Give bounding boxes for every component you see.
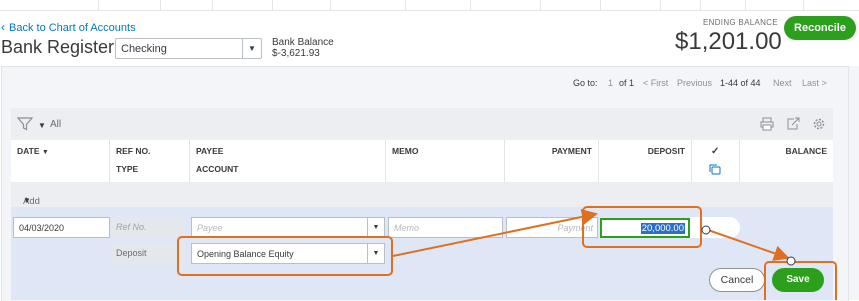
arrow-end-dot: [786, 256, 796, 266]
annotation-arrows: [392, 209, 796, 266]
arrow-deposit-to-save: [707, 229, 790, 261]
arrow-account-to-deposit: [392, 209, 598, 257]
arrow-start-dot: [701, 225, 711, 235]
